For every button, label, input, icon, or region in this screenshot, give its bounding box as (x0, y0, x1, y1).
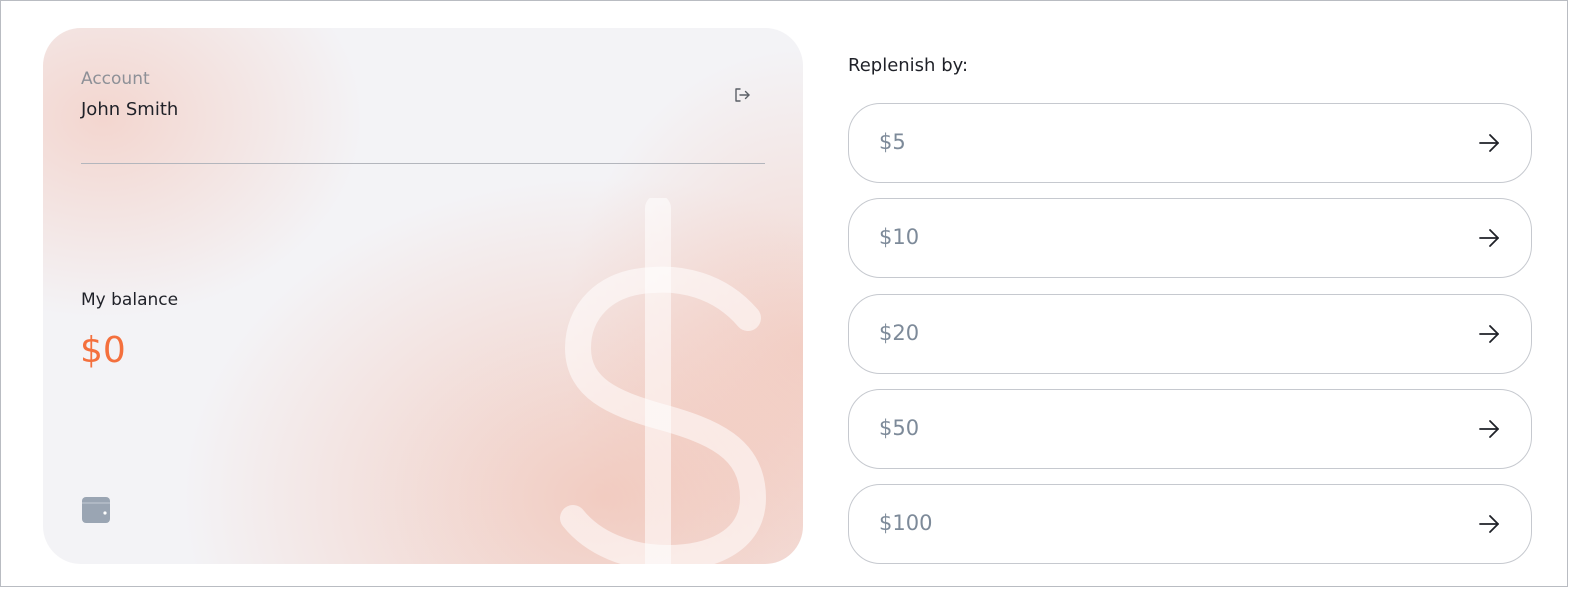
card-divider (81, 163, 765, 164)
page-frame: Account John Smith My balance $0 Repleni… (0, 0, 1568, 587)
replenish-50-button[interactable]: $50 (848, 389, 1532, 469)
balance-card: Account John Smith My balance $0 (43, 28, 803, 564)
arrow-right-icon (1479, 420, 1499, 438)
amount-label: $100 (879, 511, 933, 535)
arrow-right-icon (1479, 515, 1499, 533)
arrow-right-icon (1479, 229, 1499, 247)
replenish-20-button[interactable]: $20 (848, 294, 1532, 374)
dollar-watermark-icon (560, 198, 767, 564)
account-label: Account (81, 69, 150, 89)
replenish-5-button[interactable]: $5 (848, 103, 1532, 183)
replenish-title: Replenish by: (848, 55, 969, 76)
replenish-100-button[interactable]: $100 (848, 484, 1532, 564)
amount-label: $10 (879, 225, 920, 249)
balance-label: My balance (81, 290, 179, 310)
account-name: John Smith (81, 99, 179, 120)
arrow-right-icon (1479, 134, 1499, 152)
wallet-icon (82, 497, 110, 523)
replenish-10-button[interactable]: $10 (848, 198, 1532, 278)
amount-label: $5 (879, 130, 906, 154)
amount-label: $50 (879, 416, 920, 440)
arrow-right-icon (1479, 325, 1499, 343)
logout-icon[interactable] (733, 86, 751, 104)
amount-label: $20 (879, 321, 920, 345)
balance-value: $0 (80, 330, 126, 371)
